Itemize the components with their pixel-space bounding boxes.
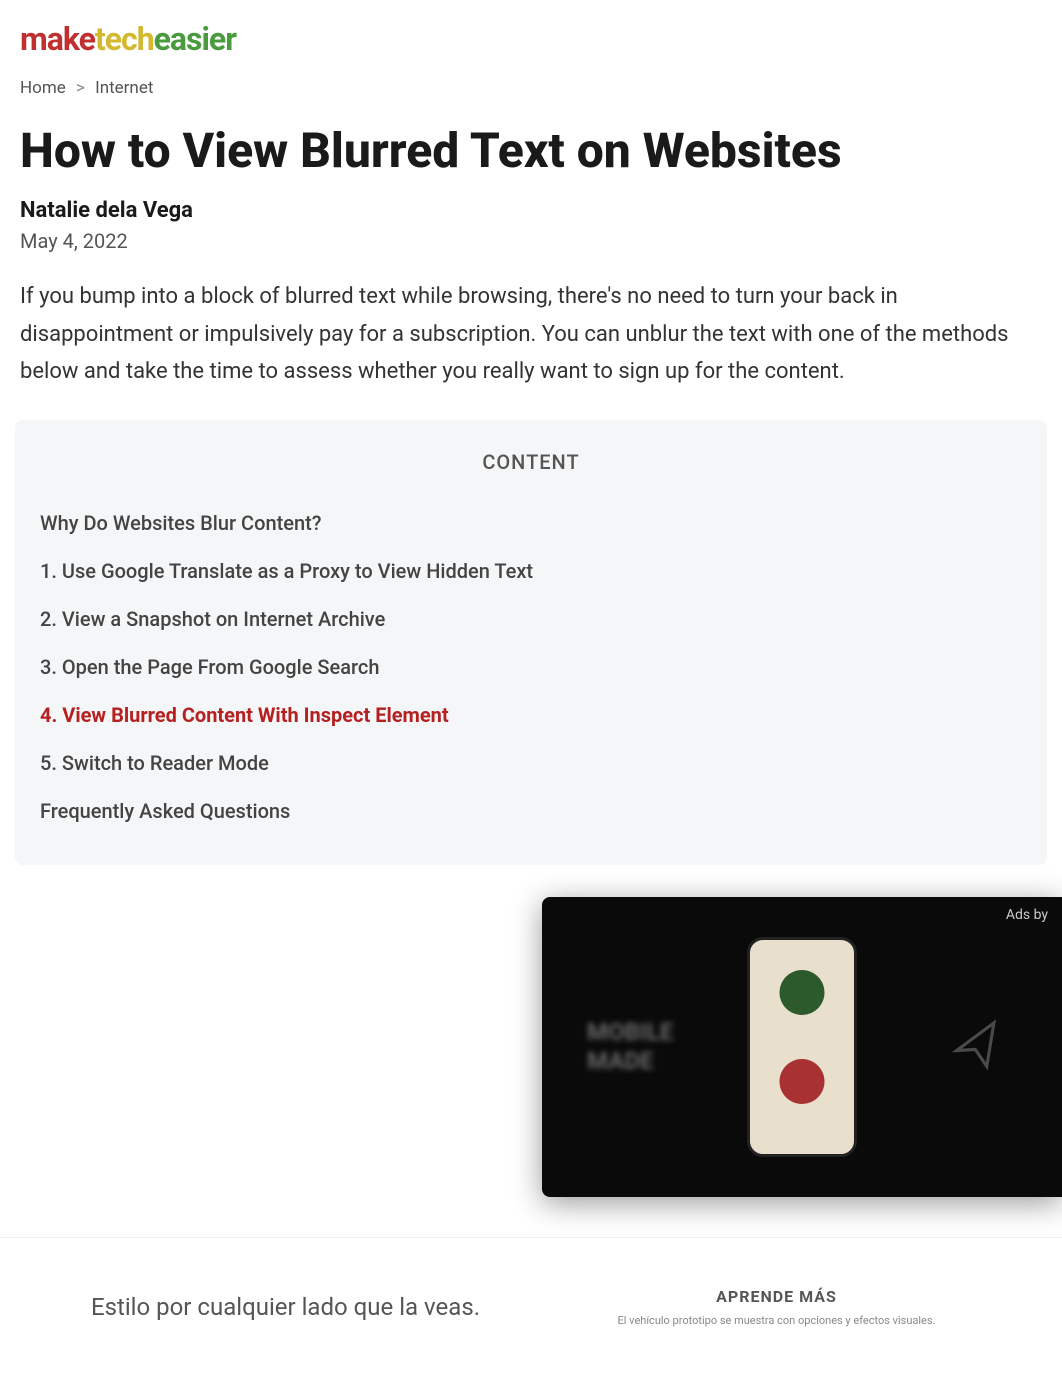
logo-part-easier: easier	[154, 20, 236, 58]
logo-part-tech: tech	[95, 20, 154, 58]
toc-item-why-blur[interactable]: Why Do Websites Blur Content?	[40, 499, 1022, 547]
paper-plane-icon	[948, 1018, 1006, 1076]
table-of-contents: CONTENT Why Do Websites Blur Content? 1.…	[15, 420, 1047, 865]
toc-heading: CONTENT	[40, 450, 1022, 474]
toc-item-faq[interactable]: Frequently Asked Questions	[40, 787, 1022, 835]
breadcrumb: Home > Internet	[0, 68, 1062, 108]
video-ad-overlay[interactable]: Ads by MOBILE MADE	[542, 897, 1062, 1197]
breadcrumb-category[interactable]: Internet	[95, 78, 153, 98]
banner-disclaimer: El vehículo prototipo se muestra con opc…	[551, 1314, 1002, 1328]
toc-item-internet-archive[interactable]: 2. View a Snapshot on Internet Archive	[40, 595, 1022, 643]
phone-graphic-icon	[747, 937, 857, 1157]
author-name[interactable]: Natalie dela Vega	[0, 198, 1062, 223]
banner-cta-button[interactable]: APRENDE MÁS	[551, 1287, 1002, 1306]
banner-headline: Estilo por cualquier lado que la veas.	[60, 1291, 551, 1325]
toc-item-google-translate[interactable]: 1. Use Google Translate as a Proxy to Vi…	[40, 547, 1022, 595]
article-intro: If you bump into a block of blurred text…	[0, 278, 1062, 420]
logo-part-make: make	[20, 20, 95, 58]
banner-right-col: APRENDE MÁS El vehículo prototipo se mue…	[551, 1287, 1002, 1328]
toc-item-reader-mode[interactable]: 5. Switch to Reader Mode	[40, 739, 1022, 787]
ads-by-label: Ads by	[1006, 907, 1048, 923]
breadcrumb-home[interactable]: Home	[20, 78, 66, 98]
publish-date: May 4, 2022	[0, 223, 1062, 278]
breadcrumb-separator: >	[76, 78, 85, 98]
video-ad-blurred-text: MOBILE MADE	[587, 1018, 673, 1076]
site-logo[interactable]: maketecheasier	[0, 0, 1062, 68]
toc-item-inspect-element[interactable]: 4. View Blurred Content With Inspect Ele…	[40, 691, 1022, 739]
banner-ad[interactable]: Estilo por cualquier lado que la veas. A…	[0, 1237, 1062, 1377]
toc-item-google-search[interactable]: 3. Open the Page From Google Search	[40, 643, 1022, 691]
page-title: How to View Blurred Text on Websites	[0, 108, 1062, 198]
